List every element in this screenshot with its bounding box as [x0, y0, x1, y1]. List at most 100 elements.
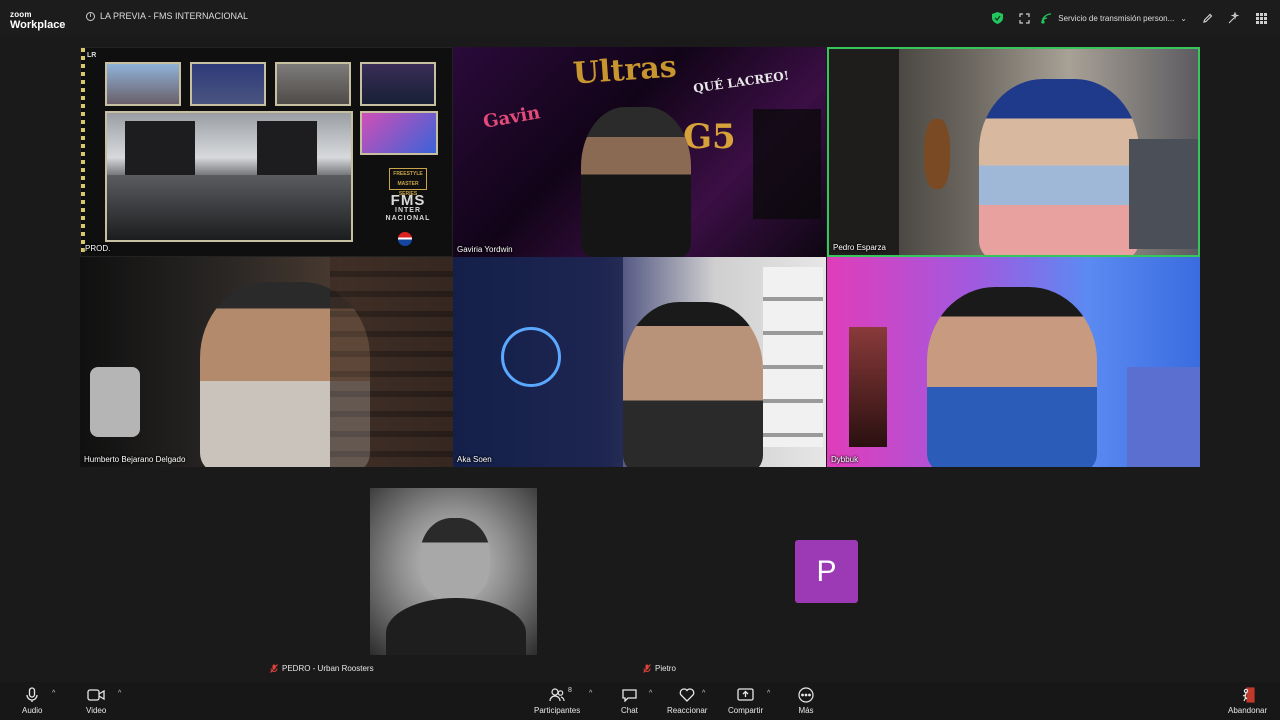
top-bar: zoom Workplace i LA PREVIA - FMS INTERNA…: [0, 0, 1280, 36]
thumbnail-cam-1: [105, 62, 181, 106]
meeting-title: LA PREVIA - FMS INTERNACIONAL: [100, 11, 249, 21]
more-label: Más: [798, 706, 814, 715]
graffiti-tag: Gavin: [481, 102, 542, 133]
fms-internacional-logo: FREESTYLE MASTER SERIES FMS INTER NACION…: [373, 168, 443, 230]
avatar[interactable]: P: [795, 540, 858, 603]
participant-label-pietro: Pietro: [643, 664, 676, 673]
participant-figure: [623, 302, 763, 467]
brand-top: zoom: [10, 10, 32, 19]
crowd: [107, 175, 351, 240]
audio-options-caret[interactable]: ^: [52, 690, 55, 697]
participants-label: Participantes: [534, 706, 581, 715]
logo-circle: [501, 327, 561, 387]
microphone: [90, 367, 140, 437]
participant-figure: [979, 79, 1139, 255]
drawer: [1127, 367, 1200, 467]
guitar: [924, 119, 950, 189]
fms-badge: FREESTYLE MASTER SERIES: [389, 168, 427, 197]
thumbnail-cam-5: [360, 111, 438, 155]
stream-label: Servicio de transmisión person...: [1058, 13, 1175, 23]
chat-label: Chat: [621, 706, 638, 715]
video-tile-pedro-urban-roosters[interactable]: [370, 488, 537, 655]
more-icon: [798, 687, 814, 703]
meeting-info-button[interactable]: i LA PREVIA - FMS INTERNACIONAL: [86, 11, 248, 21]
participant-name: Pietro: [655, 664, 676, 673]
mic-off-icon: [643, 664, 651, 673]
chat-options-caret[interactable]: ^: [649, 690, 652, 697]
decorative-border: [81, 48, 85, 256]
participant-figure: [927, 287, 1097, 467]
video-tile-gaviria[interactable]: Ultras Gavin G5 QUÉ LACREO! Gaviria Yord…: [453, 47, 826, 257]
microphone-icon: [26, 687, 38, 702]
fms-logo-line3: NACIONAL: [385, 215, 431, 222]
share-button[interactable]: Compartir: [728, 686, 763, 715]
speaker-stack-left: [125, 121, 195, 181]
share-screen-icon: [737, 688, 754, 701]
participants-options-caret[interactable]: ^: [589, 690, 592, 697]
graffiti-tag: Ultras: [571, 49, 678, 92]
participant-name: Pedro Esparza: [833, 243, 886, 252]
doorway: [829, 49, 899, 255]
thumbnail-cam-4: [360, 62, 436, 106]
participants-icon: [549, 688, 565, 702]
top-right-controls: Servicio de transmisión person... ⌄: [979, 9, 1270, 27]
leave-button[interactable]: Abandonar: [1228, 686, 1267, 715]
fms-logo-line2: INTER: [395, 207, 421, 214]
bed: [1129, 139, 1198, 249]
participant-name: Dybbuk: [831, 455, 859, 464]
sparkle-icon[interactable]: [1225, 9, 1243, 27]
participant-name: Humberto Bejarano Delgado: [84, 455, 186, 464]
chevron-down-icon: ⌄: [1180, 13, 1187, 23]
share-options-caret[interactable]: ^: [767, 690, 770, 697]
leave-icon: [1242, 687, 1255, 703]
video-options-caret[interactable]: ^: [118, 690, 121, 697]
participants-button[interactable]: Participantes: [534, 686, 580, 715]
thumbnail-cam-2: [190, 62, 266, 106]
video-button[interactable]: Video: [86, 686, 106, 715]
thumbnail-cam-3: [275, 62, 351, 106]
brand-bottom: Workplace: [10, 19, 66, 31]
audio-label: Audio: [22, 706, 43, 715]
zoom-workplace-logo: zoom Workplace: [10, 11, 65, 31]
profile-photo-body: [386, 598, 526, 655]
stream-service-dropdown[interactable]: Servicio de transmisión person... ⌄: [1041, 12, 1187, 24]
participant-name: PROD.: [85, 244, 111, 253]
profile-photo: [420, 518, 490, 600]
audio-button[interactable]: Audio: [22, 686, 42, 715]
pen-icon[interactable]: [1198, 9, 1216, 27]
video-label: Video: [86, 706, 107, 715]
leave-label: Abandonar: [1228, 706, 1268, 715]
more-button[interactable]: Más: [798, 686, 814, 715]
shield-icon[interactable]: [988, 9, 1006, 27]
video-tile-dybbuk[interactable]: Dybbuk: [827, 257, 1200, 467]
share-label: Compartir: [728, 706, 764, 715]
react-label: Reaccionar: [667, 706, 708, 715]
participant-name: PEDRO - Urban Roosters: [282, 664, 374, 673]
participants-count: 8: [568, 687, 572, 694]
video-tile-prod[interactable]: LR FREESTYLE MASTER SERIES FMS INTER NAC…: [80, 47, 453, 257]
heart-icon: [679, 688, 695, 702]
pepsi-logo: [398, 232, 412, 246]
wall-frames: [763, 267, 823, 447]
video-tile-humberto[interactable]: Humberto Bejarano Delgado: [80, 257, 453, 467]
react-options-caret[interactable]: ^: [702, 690, 705, 697]
trophy: [849, 327, 887, 447]
apps-grid-icon[interactable]: [1252, 9, 1270, 27]
broadcast-icon: [1041, 12, 1052, 24]
chat-button[interactable]: Chat: [621, 686, 638, 715]
graffiti-tag: G5: [683, 117, 736, 157]
camera-icon: [87, 689, 105, 701]
participant-figure: [581, 107, 691, 257]
speaker-stack-right: [257, 121, 317, 176]
meeting-toolbar: Audio ^ Video ^ Participantes 8 ^ Chat ^…: [0, 682, 1280, 720]
fms-logo-text: FMS: [390, 192, 426, 209]
corner-logo: LR: [87, 52, 97, 59]
fullscreen-icon[interactable]: [1015, 9, 1033, 27]
chat-icon: [622, 689, 637, 702]
participant-label-pedro: PEDRO - Urban Roosters: [270, 664, 374, 673]
mic-off-icon: [270, 664, 278, 673]
graffiti-tag: QUÉ LACREO!: [692, 68, 790, 96]
video-tile-aka-soen[interactable]: Aka Soen: [453, 257, 826, 467]
participant-name: Aka Soen: [457, 455, 492, 464]
video-tile-pedro-esparza[interactable]: Pedro Esparza: [827, 47, 1200, 257]
